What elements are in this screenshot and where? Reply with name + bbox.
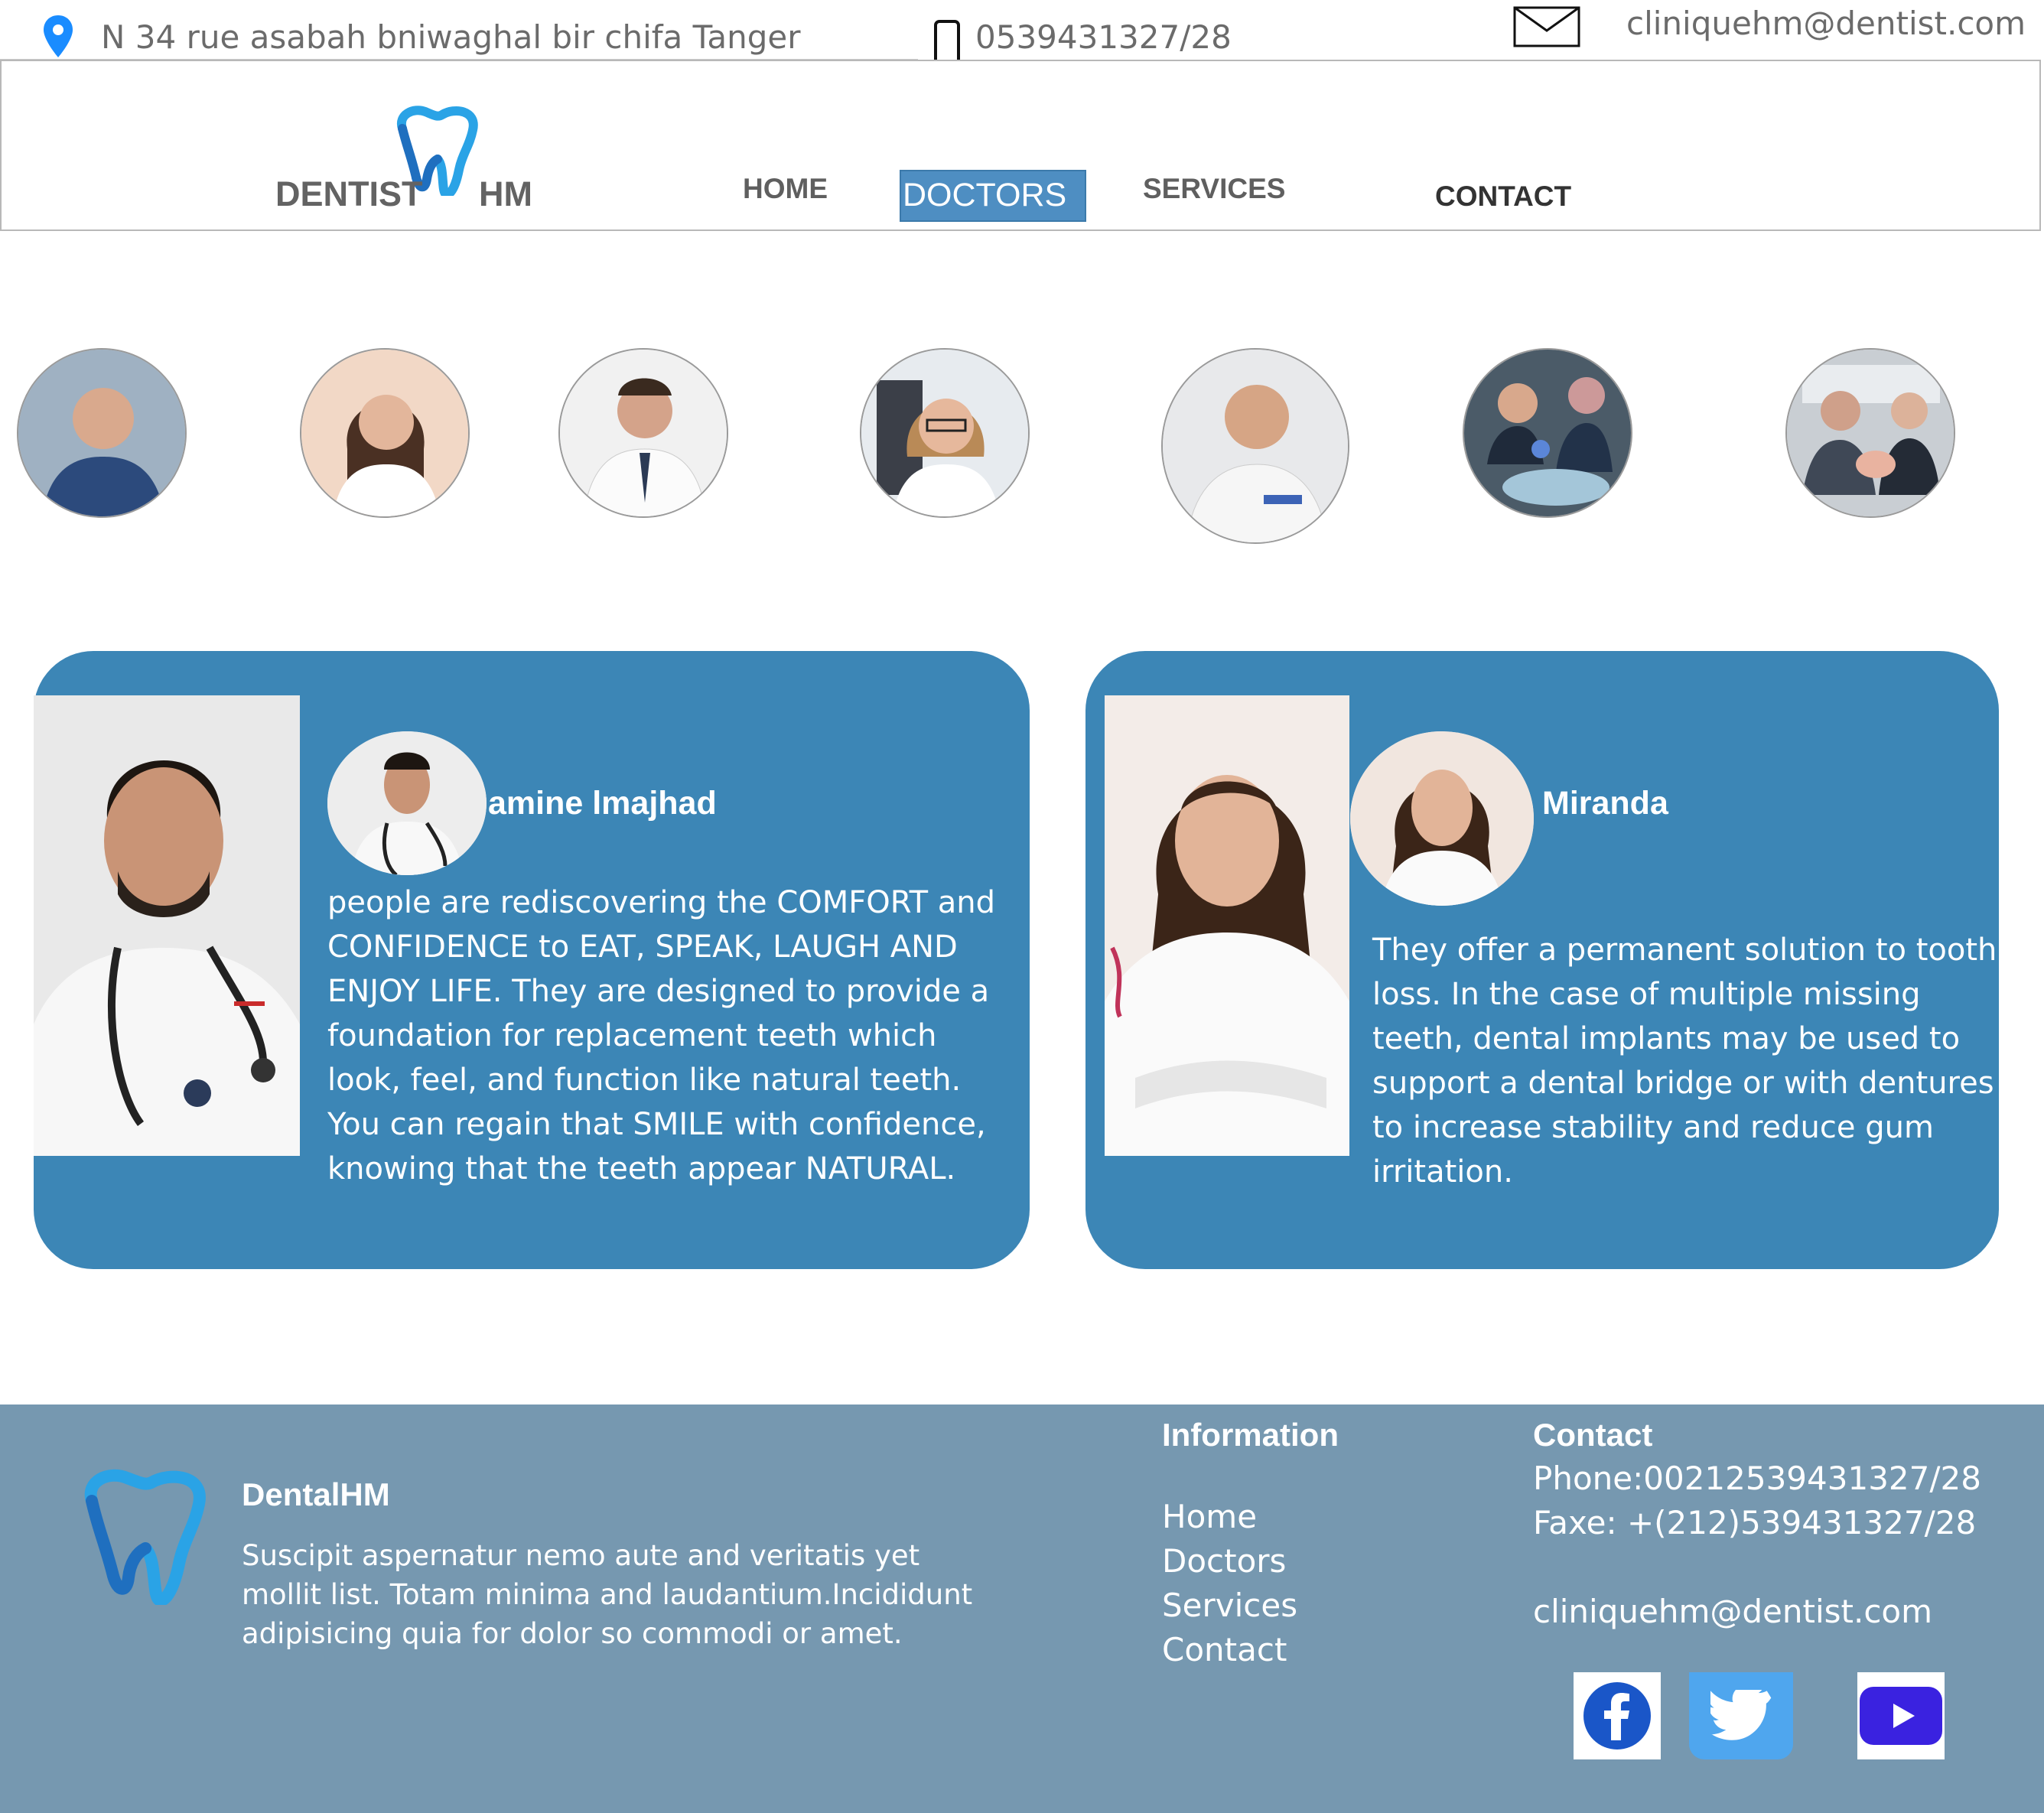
doctor-photo[interactable] (558, 348, 728, 518)
doctor-description: They offer a permanent solution to tooth… (1372, 933, 1997, 1190)
footer-phone: Phone:00212539431327/28 (1533, 1460, 1981, 1497)
tooth-logo-icon (81, 1469, 210, 1607)
mail-icon (1513, 6, 1580, 47)
footer-link-home[interactable]: Home (1162, 1498, 1257, 1535)
facebook-icon[interactable] (1574, 1672, 1661, 1759)
doctor-photo[interactable] (300, 348, 470, 518)
email-text[interactable]: cliniquehm@dentist.com (1626, 5, 2026, 42)
footer-link-doctors[interactable]: Doctors (1162, 1542, 1286, 1580)
doctor-photo[interactable] (1785, 348, 1955, 518)
doctor-avatar (1350, 731, 1534, 906)
address-text: N 34 rue asabah bniwaghal bir chifa Tang… (101, 18, 801, 56)
nav-doctors[interactable]: DOCTORS (900, 170, 1086, 222)
nav-services[interactable]: SERVICES (1143, 173, 1285, 205)
logo-word-right: HM (479, 174, 532, 213)
youtube-icon[interactable] (1857, 1672, 1945, 1759)
doctor-photo[interactable] (1161, 348, 1349, 544)
nav-home[interactable]: HOME (743, 173, 828, 205)
footer-description: Suscipit aspernatur nemo aute and verita… (242, 1539, 973, 1650)
doctor-name: Miranda (1542, 785, 1668, 822)
footer-email[interactable]: cliniquehm@dentist.com (1533, 1593, 1932, 1630)
phone-text[interactable]: 0539431327/28 (975, 18, 1232, 56)
footer-link-services[interactable]: Services (1162, 1587, 1297, 1624)
doctor-photo[interactable] (860, 348, 1030, 518)
location-pin-icon (41, 14, 75, 60)
twitter-icon[interactable] (1689, 1672, 1793, 1759)
logo-word-left: DENTIST (275, 174, 423, 213)
doctor-name: amine lmajhad (488, 785, 717, 822)
doctor-description: people are rediscovering the COMFORT and… (327, 885, 996, 1186)
doctor-avatar (327, 731, 487, 875)
nav-contact[interactable]: CONTACT (1435, 181, 1571, 213)
footer-fax: Faxe: +(212)539431327/28 (1533, 1504, 1977, 1541)
footer-contact-title: Contact (1533, 1417, 1653, 1453)
footer-link-contact[interactable]: Contact (1162, 1631, 1287, 1668)
doctor-photo[interactable] (17, 348, 187, 518)
doctor-portrait (1105, 695, 1349, 1156)
doctor-portrait (34, 695, 300, 1156)
doctor-photo[interactable] (1463, 348, 1632, 518)
footer-brand: DentalHM (242, 1476, 390, 1512)
footer-info-title: Information (1162, 1417, 1339, 1453)
